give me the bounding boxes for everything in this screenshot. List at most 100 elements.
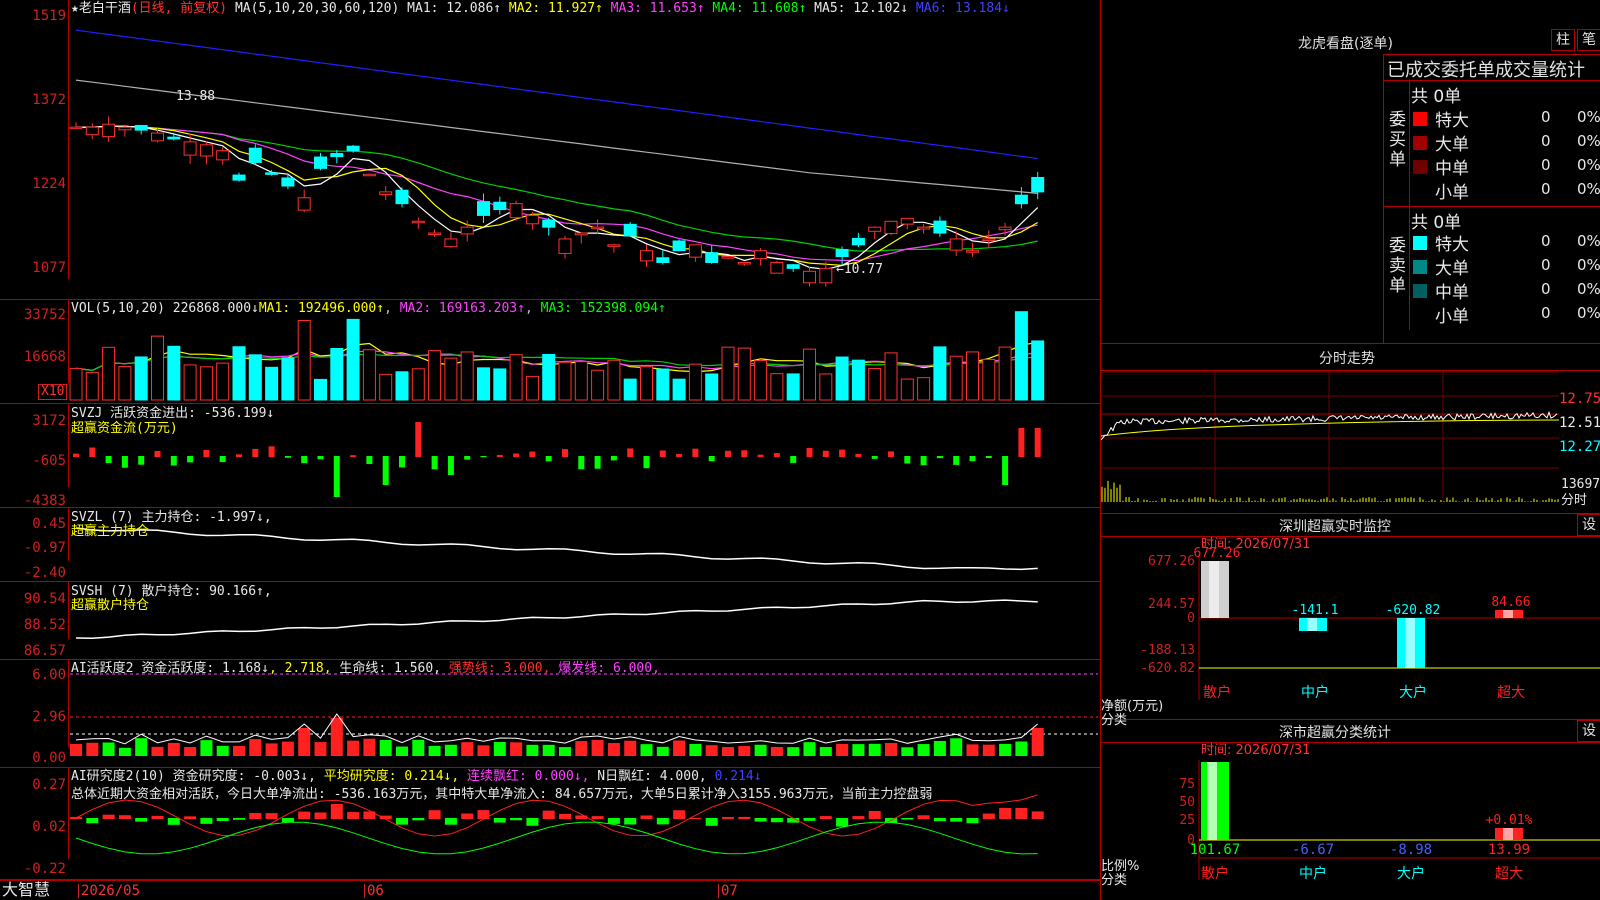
- svsh-sublabel: 超赢散户持仓: [71, 598, 150, 613]
- activity-bar: [673, 740, 686, 756]
- sz-monitor-bar-highlight: [1405, 618, 1415, 668]
- candle-body: [102, 123, 116, 138]
- flow-bar: [1018, 428, 1025, 457]
- activity-bar: [868, 743, 881, 756]
- sz-monitor-value: 677.26: [1194, 546, 1241, 561]
- activity-bar: [379, 739, 392, 756]
- candle-body: [737, 261, 751, 265]
- volume-bar: [803, 348, 816, 401]
- activity-bar: [184, 747, 197, 756]
- sz-class-value: -6.67: [1292, 842, 1334, 858]
- ai1-ytick: 0.00: [32, 750, 66, 766]
- svzl-label: SVZL (7) 主力持仓: -1.997↓,: [71, 510, 272, 525]
- order-percent: 0%: [1577, 256, 1600, 274]
- sz-class-panel[interactable]: 深市超赢分类统计 设 时间: 2026/07/31 75 50 25 0 +0.01% 1…: [1100, 720, 1600, 900]
- activity-bar: [542, 744, 555, 756]
- activity-bar: [1015, 741, 1028, 756]
- activity-bar: [412, 739, 425, 756]
- low-price-label: ←10.77: [836, 262, 883, 277]
- pen-mode-button[interactable]: 笔: [1577, 29, 1600, 51]
- ma6-value: MA6: 13.184↓: [915, 1, 1010, 16]
- ai-activity-pane[interactable]: AI活跃度2 资金活跃度: 1.168↓, 2.718, 生命线: 1.560,…: [0, 660, 1100, 768]
- research-bar: [314, 812, 327, 819]
- svsh-ytick: 88.52: [23, 617, 66, 633]
- activity-bar: [656, 746, 669, 756]
- sz-class-chart[interactable]: 7550250+0.01%101.67散户-6.67中户-8.98大户13.99…: [1101, 720, 1600, 900]
- order-type-label: 特大: [1435, 235, 1469, 255]
- candle-body: [460, 226, 474, 235]
- sz-monitor-chart[interactable]: 677.26 244.570 -188.13 -620.82 677.26 散户 -141.…: [1101, 514, 1600, 720]
- volume-bar: [542, 353, 556, 401]
- flow-bar: [888, 451, 894, 457]
- volume-bar: [118, 366, 132, 401]
- date-label: 06: [364, 884, 384, 898]
- research-bar: [656, 818, 669, 825]
- candle-body: [884, 220, 898, 235]
- flow-bar: [284, 456, 291, 458]
- svsh-ytick: 86.57: [23, 643, 66, 659]
- order-type-label: 特大: [1435, 111, 1469, 131]
- flow-bar: [529, 451, 536, 457]
- research-bar: [917, 815, 930, 819]
- intraday-chart[interactable]: [1101, 344, 1600, 514]
- flow-bar: [415, 422, 422, 457]
- sz-class-bar-highlight: [1503, 828, 1513, 840]
- svzj-pane[interactable]: SVZJ 活跃资金进出: -536.199↓ 超赢资金流(万元) 3172 -6…: [0, 404, 1100, 508]
- candle-body: [949, 238, 963, 251]
- activity-bar: [526, 744, 539, 756]
- volume-bar: [966, 351, 979, 401]
- activity-bar: [770, 746, 783, 756]
- flow-bar: [154, 450, 161, 457]
- flow-bar: [317, 456, 324, 460]
- research-bar: [591, 816, 604, 819]
- ai1-v1: 资金活跃度: 1.168↓: [141, 661, 269, 676]
- research-bar: [868, 810, 881, 819]
- order-percent: 0%: [1577, 108, 1600, 126]
- volume-pane[interactable]: VOL(5,10,20) 226868.000↓MA1: 192496.000↑…: [0, 300, 1100, 404]
- order-color-swatch: [1413, 136, 1427, 150]
- order-percent: 0%: [1577, 304, 1600, 322]
- activity-bar: [200, 740, 213, 756]
- sell-side-label: 委卖单: [1389, 236, 1406, 296]
- flow-bar: [871, 456, 878, 459]
- order-color-swatch: [1413, 160, 1427, 174]
- ai-activity-chart[interactable]: [0, 660, 1100, 768]
- flow-bar: [953, 456, 960, 465]
- vol-value: 226868.000↓: [172, 301, 259, 316]
- candle-body: [444, 238, 458, 248]
- research-bar: [347, 812, 360, 819]
- ai-research-pane[interactable]: AI研究度2(10) 资金研究度: -0.003↓, 平均研究度: 0.214↓…: [0, 768, 1100, 880]
- order-count: 0: [1541, 304, 1551, 322]
- ai2-v4: N日飘红: 4.000,: [597, 769, 707, 784]
- period-label: (日线, 前复权): [130, 1, 228, 16]
- candle-body: [362, 173, 376, 177]
- intraday-panel[interactable]: 分时走势 12.75 12.51 12.27 13697 分时: [1100, 344, 1600, 514]
- activity-bar: [559, 747, 571, 756]
- volume-bar: [574, 361, 588, 401]
- order-color-swatch: [1413, 260, 1427, 274]
- research-bar: [542, 810, 555, 819]
- svzl-ytick: 0.45: [32, 516, 66, 532]
- activity-bar: [493, 741, 506, 756]
- candle-body: [558, 238, 572, 254]
- candle-body: [786, 264, 800, 269]
- flow-bar: [545, 456, 552, 462]
- svsh-pane[interactable]: SVSH (7) 散户持仓: 90.166↑, 超赢散户持仓 90.54 88.…: [0, 582, 1100, 660]
- bar-mode-button[interactable]: 柱: [1551, 29, 1575, 51]
- order-color-swatch: [1413, 184, 1427, 198]
- svzl-pane[interactable]: SVZL (7) 主力持仓: -1.997↓, 超赢主力持仓 0.45 -0.9…: [0, 508, 1100, 582]
- ai-research-chart[interactable]: [0, 768, 1100, 880]
- sz-monitor-bar-highlight: [1209, 561, 1219, 618]
- research-bar: [770, 818, 783, 823]
- candle-body: [265, 172, 279, 175]
- main-kline-pane[interactable]: ★老白干酒(日线, 前复权) MA(5,10,20,30,60,120) MA1…: [0, 0, 1100, 300]
- flow-bar: [138, 456, 145, 465]
- candle-body: [640, 250, 653, 262]
- research-bar: [249, 813, 262, 819]
- sz-monitor-panel[interactable]: 深圳超赢实时监控 设 时间: 2026/07/31 677.26 244.57 0-…: [1100, 514, 1600, 728]
- date-label: 07: [718, 884, 738, 898]
- research-bar: [493, 818, 506, 823]
- kline-chart[interactable]: [0, 0, 1100, 300]
- volume-bar: [216, 362, 230, 401]
- candle-body: [966, 250, 979, 253]
